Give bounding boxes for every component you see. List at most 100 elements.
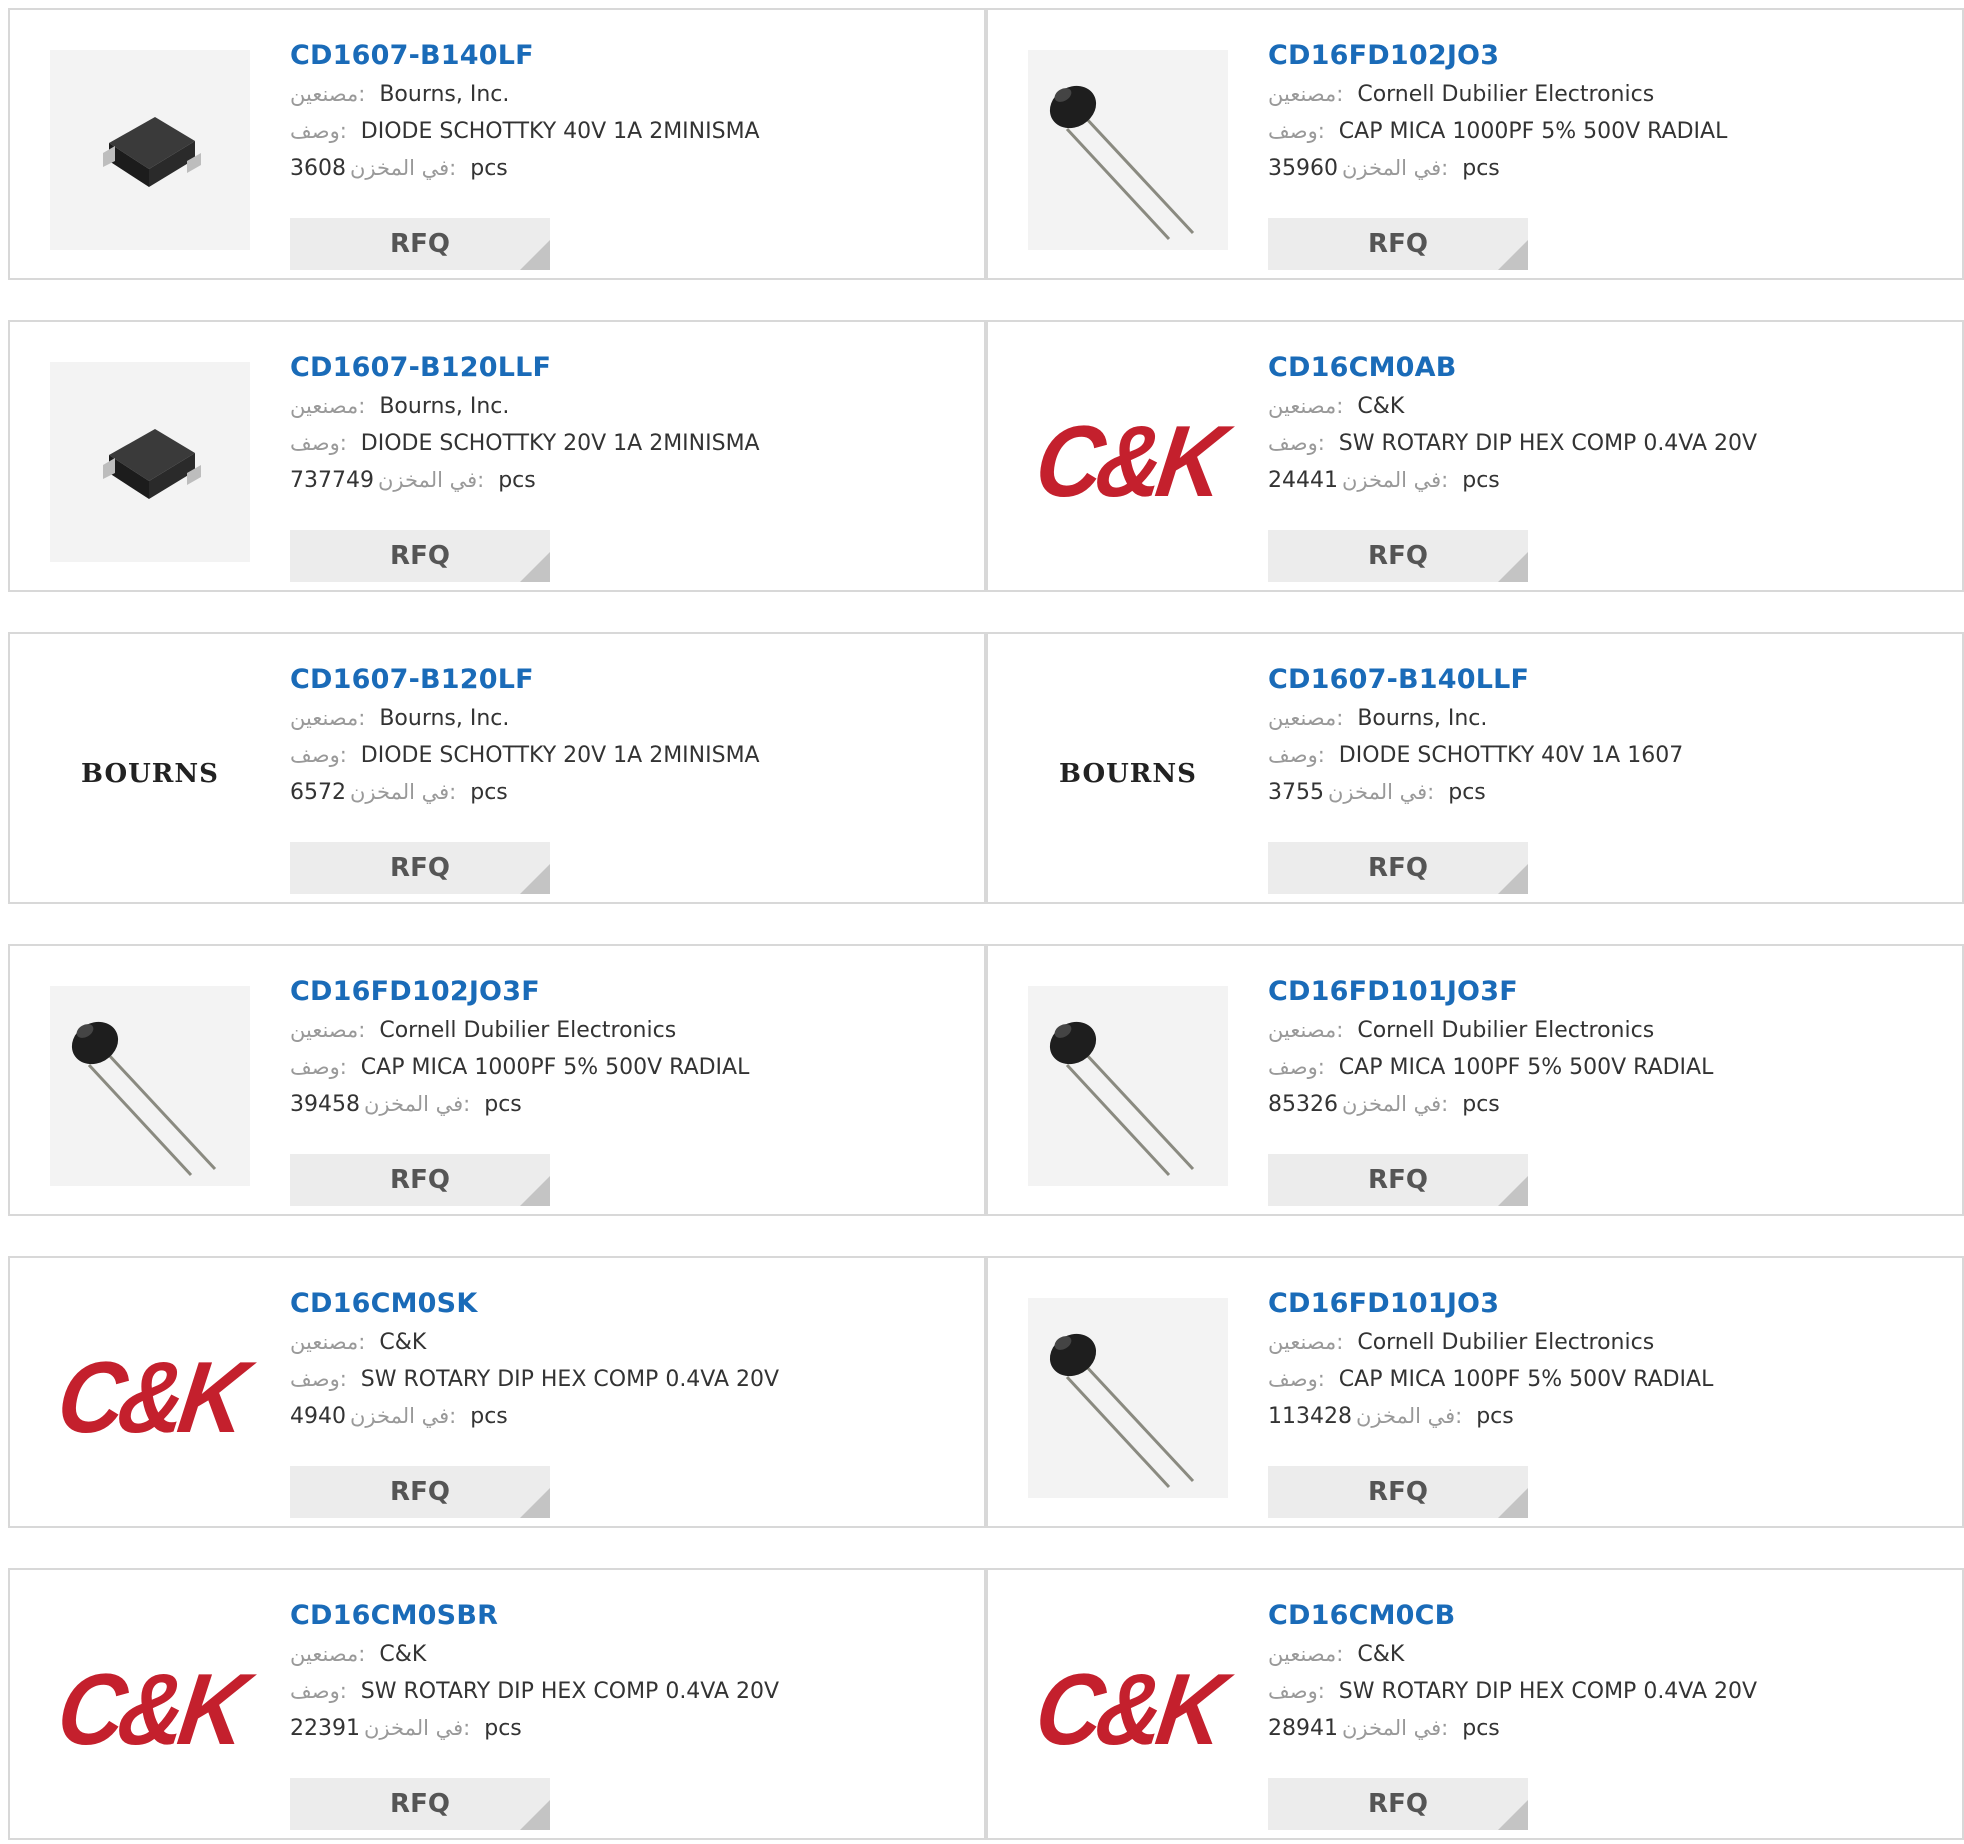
manufacturer-line: مصنعين: C&K: [290, 1324, 950, 1361]
product-image[interactable]: C&K: [1028, 1610, 1228, 1810]
stock-label: في المخزن:: [1342, 1092, 1449, 1116]
description-line: وصف: SW ROTARY DIP HEX COMP 0.4VA 20V: [290, 1361, 950, 1398]
rfq-button[interactable]: RFQ: [1268, 1778, 1528, 1830]
rfq-corner-decoration: [1498, 1176, 1528, 1206]
radial-capacitor-image: [1049, 1333, 1195, 1489]
part-number-link[interactable]: CD1607-B140LLF: [1268, 660, 1928, 700]
part-number-link[interactable]: CD16FD102JO3F: [290, 972, 950, 1012]
manufacturer-line: مصنعين: Cornell Dubilier Electronics: [1268, 1324, 1928, 1361]
rfq-button[interactable]: RFQ: [1268, 530, 1528, 582]
rfq-button[interactable]: RFQ: [290, 218, 550, 270]
product-card: BOURNS CD1607-B120LF مصنعين: Bourns, Inc. وص…: [8, 632, 986, 904]
description-value: DIODE SCHOTTKY 40V 1A 2MINISMA: [360, 119, 760, 144]
product-row: C&K CD16CM0SK مصنعين: C&K وصف: SW ROTARY DIP …: [0, 1256, 1964, 1532]
stock-line: 4940 في المخزن: pcs: [290, 1398, 950, 1435]
product-image[interactable]: [50, 362, 250, 562]
manufacturer-value: Cornell Dubilier Electronics: [1357, 1330, 1655, 1355]
rfq-label: RFQ: [390, 229, 450, 259]
rfq-button[interactable]: RFQ: [1268, 1154, 1528, 1206]
product-row: CD1607-B120LLF مصنعين: Bourns, Inc. وصف: DIO…: [0, 320, 1964, 596]
product-image[interactable]: C&K: [50, 1610, 250, 1810]
product-image[interactable]: BOURNS: [1028, 674, 1228, 874]
product-image[interactable]: [50, 50, 250, 250]
rfq-label: RFQ: [1368, 1165, 1428, 1195]
rfq-corner-decoration: [520, 552, 550, 582]
rfq-corner-decoration: [520, 1800, 550, 1830]
diode-chip-image: [103, 117, 201, 187]
stock-label: في المخزن:: [377, 468, 485, 492]
part-number-link[interactable]: CD16CM0SK: [290, 1284, 950, 1324]
product-card: C&K CD16CM0CB مصنعين: C&K وصف: SW ROTARY DIP …: [986, 1568, 1964, 1840]
product-image[interactable]: C&K: [50, 1298, 250, 1498]
product-image[interactable]: [1028, 1298, 1228, 1498]
ck-logo: C&K: [51, 1653, 249, 1766]
stock-line: 3608 في المخزن: pcs: [290, 150, 950, 187]
stock-unit: pcs: [498, 468, 536, 493]
product-image[interactable]: [1028, 50, 1228, 250]
stock-unit: pcs: [1462, 156, 1500, 181]
description-line: وصف: DIODE SCHOTTKY 20V 1A 2MINISMA: [290, 425, 950, 462]
description-label: وصف:: [290, 1367, 347, 1391]
product-row: CD1607-B140LF مصنعين: Bourns, Inc. وصف: DIOD…: [0, 8, 1964, 284]
stock-value: 22391: [290, 1716, 360, 1741]
product-card: CD1607-B140LF مصنعين: Bourns, Inc. وصف: DIOD…: [8, 8, 986, 280]
stock-value: 28941: [1268, 1716, 1338, 1741]
rfq-label: RFQ: [390, 1789, 450, 1819]
part-number-link[interactable]: CD16CM0SBR: [290, 1596, 950, 1636]
rfq-button[interactable]: RFQ: [290, 1466, 550, 1518]
stock-value: 3755: [1268, 780, 1324, 805]
product-card: C&K CD16CM0SBR مصنعين: C&K وصف: SW ROTARY DIP…: [8, 1568, 986, 1840]
description-value: CAP MICA 1000PF 5% 500V RADIAL: [360, 1055, 750, 1080]
description-line: وصف: CAP MICA 1000PF 5% 500V RADIAL: [290, 1049, 950, 1086]
stock-value: 4940: [290, 1404, 346, 1429]
description-line: وصف: CAP MICA 100PF 5% 500V RADIAL: [1268, 1361, 1928, 1398]
part-number-link[interactable]: CD16FD101JO3F: [1268, 972, 1928, 1012]
product-info: CD1607-B140LLF مصنعين: Bourns, Inc. وصف: DIO…: [1268, 660, 1928, 811]
part-number-link[interactable]: CD1607-B140LF: [290, 36, 950, 76]
manufacturer-line: مصنعين: Cornell Dubilier Electronics: [1268, 1012, 1928, 1049]
part-number-link[interactable]: CD1607-B120LLF: [290, 348, 950, 388]
manufacturer-line: مصنعين: Bourns, Inc.: [290, 700, 950, 737]
manufacturer-value: Bourns, Inc.: [379, 82, 510, 107]
description-label: وصف:: [1268, 119, 1325, 143]
part-number-link[interactable]: CD16CM0CB: [1268, 1596, 1928, 1636]
stock-value: 35960: [1268, 156, 1338, 181]
product-info: CD16FD102JO3F مصنعين: Cornell Dubilier Ele…: [290, 972, 950, 1123]
product-card: CD16FD102JO3 مصنعين: Cornell Dubilier Elec…: [986, 8, 1964, 280]
stock-line: 22391 في المخزن: pcs: [290, 1710, 950, 1747]
stock-line: 28941 في المخزن: pcs: [1268, 1710, 1928, 1747]
part-number-link[interactable]: CD16FD102JO3: [1268, 36, 1928, 76]
product-info: CD16CM0CB مصنعين: C&K وصف: SW ROTARY DIP HEX…: [1268, 1596, 1928, 1747]
stock-unit: pcs: [1476, 1404, 1514, 1429]
stock-unit: pcs: [1462, 468, 1500, 493]
rfq-button[interactable]: RFQ: [290, 1154, 550, 1206]
description-label: وصف:: [1268, 431, 1325, 455]
rfq-button[interactable]: RFQ: [1268, 1466, 1528, 1518]
product-card: CD16FD102JO3F مصنعين: Cornell Dubilier Ele…: [8, 944, 986, 1216]
manufacturer-label: مصنعين:: [1268, 394, 1344, 418]
diode-chip-image: [103, 429, 201, 499]
manufacturer-label: مصنعين:: [1268, 706, 1344, 730]
rfq-button[interactable]: RFQ: [1268, 842, 1528, 894]
radial-capacitor-image: [1049, 1021, 1195, 1177]
rfq-button[interactable]: RFQ: [290, 1778, 550, 1830]
part-number-link[interactable]: CD16FD101JO3: [1268, 1284, 1928, 1324]
rfq-button[interactable]: RFQ: [1268, 218, 1528, 270]
product-image[interactable]: [50, 986, 250, 1186]
manufacturer-line: مصنعين: Bourns, Inc.: [1268, 700, 1928, 737]
stock-value: 39458: [290, 1092, 360, 1117]
stock-label: في المخزن:: [350, 780, 457, 804]
product-image[interactable]: BOURNS: [50, 674, 250, 874]
product-info: CD16CM0AB مصنعين: C&K وصف: SW ROTARY DIP HEX…: [1268, 348, 1928, 499]
manufacturer-line: مصنعين: C&K: [1268, 388, 1928, 425]
description-label: وصف:: [290, 743, 347, 767]
description-value: DIODE SCHOTTKY 20V 1A 2MINISMA: [360, 431, 760, 456]
ck-logo: C&K: [1029, 1653, 1227, 1766]
part-number-link[interactable]: CD1607-B120LF: [290, 660, 950, 700]
rfq-button[interactable]: RFQ: [290, 530, 550, 582]
part-number-link[interactable]: CD16CM0AB: [1268, 348, 1928, 388]
rfq-corner-decoration: [1498, 864, 1528, 894]
product-image[interactable]: C&K: [1028, 362, 1228, 562]
product-image[interactable]: [1028, 986, 1228, 1186]
rfq-button[interactable]: RFQ: [290, 842, 550, 894]
